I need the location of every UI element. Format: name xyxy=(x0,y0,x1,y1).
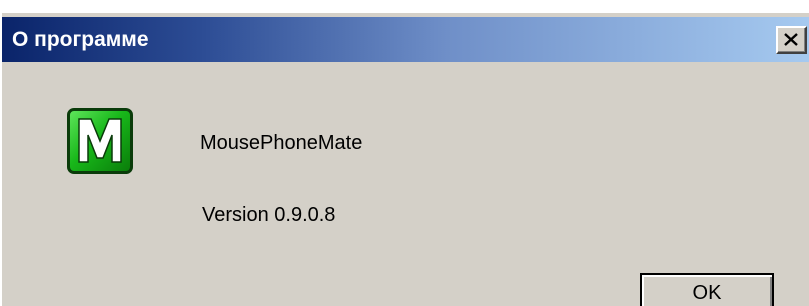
version-label: Version 0.9.0.8 xyxy=(202,204,336,226)
about-dialog: О программе MousePhoneMate Version 0.9.0… xyxy=(0,12,809,306)
ok-button[interactable]: OK xyxy=(640,273,774,306)
app-logo-icon xyxy=(67,108,133,174)
app-name: MousePhoneMate xyxy=(200,132,363,154)
window-title: О программе xyxy=(12,28,149,51)
title-bar[interactable]: О программе xyxy=(2,17,809,62)
close-button[interactable] xyxy=(776,26,807,54)
close-icon xyxy=(784,33,798,46)
